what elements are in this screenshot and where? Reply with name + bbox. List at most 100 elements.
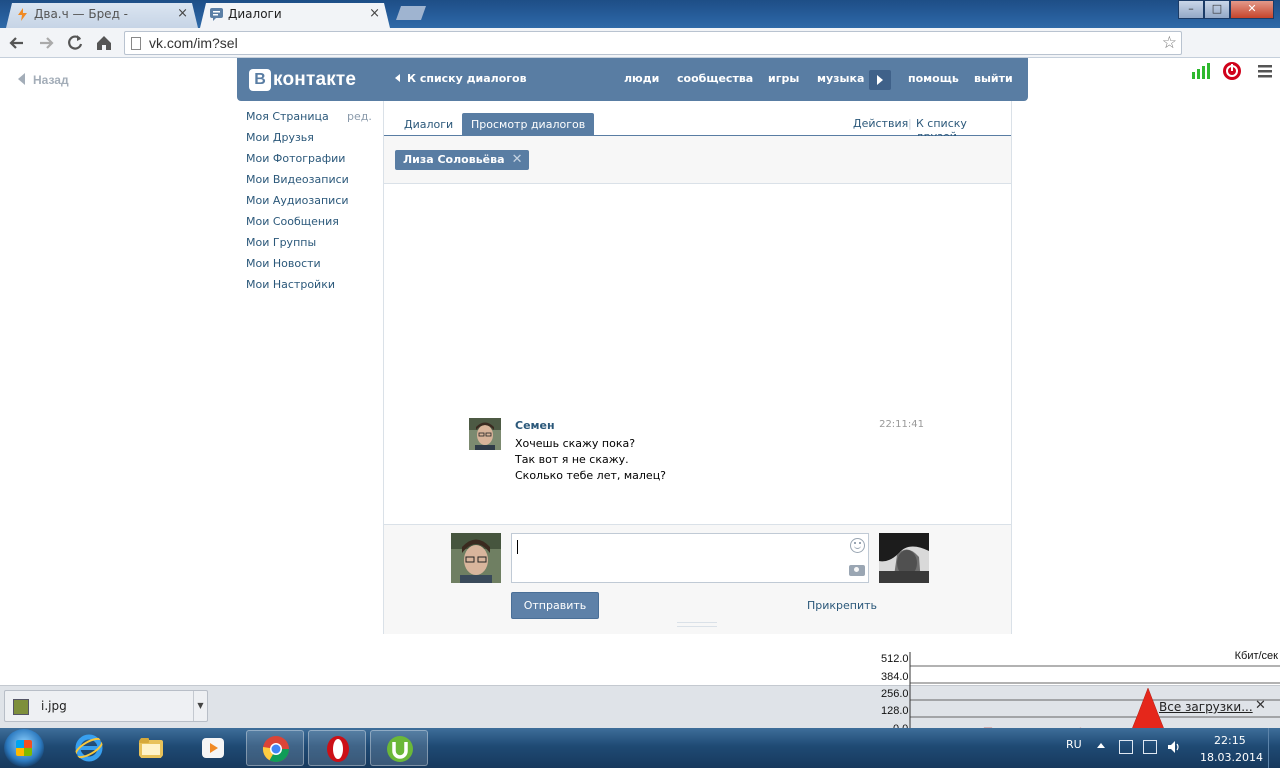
close-icon[interactable]: ✕ [1255,698,1266,713]
show-desktop-button[interactable] [1268,728,1280,768]
tab-2ch[interactable]: Два.ч — Бред - × [6,3,198,28]
dialogs-tabs: Диалоги Просмотр диалогов Действия | К с… [384,113,1011,143]
nav-communities[interactable]: сообщества [677,72,753,85]
taskbar-app[interactable] [370,730,428,766]
graph-scale-label: 512.0 [881,653,909,665]
minimize-button[interactable]: – [1178,0,1204,19]
avatar[interactable] [451,533,501,583]
message-author[interactable]: Семен [515,419,555,432]
taskbar-app[interactable] [184,730,242,766]
music-play-button[interactable] [869,70,891,90]
device-icon[interactable] [1119,740,1133,754]
signal-bars-icon[interactable] [1190,61,1210,81]
edit-menu-link[interactable]: ред. [347,110,372,123]
nav-people[interactable]: люди [624,72,659,85]
ie-icon [75,734,103,762]
taskbar-app[interactable] [308,730,366,766]
vk-header: В контакте К списку диалогов люди сообще… [237,58,1028,101]
chrome-icon [262,736,290,763]
maximize-button[interactable]: □ [1204,0,1230,19]
send-button[interactable]: Отправить [511,592,599,619]
language-indicator[interactable]: RU [1066,738,1082,751]
logo-text: контакте [273,68,357,90]
message-line: Сколько тебе лет, малец? [515,469,667,482]
menu-groups[interactable]: Мои Группы [246,236,376,257]
chevron-down-icon[interactable]: ▼ [193,691,207,721]
tab-dialogs[interactable]: Диалоги × [200,3,390,28]
taskbar-app[interactable] [60,730,118,766]
left-arrow-icon [395,74,400,82]
back-arrow-icon [18,73,25,85]
volume-icon[interactable] [1167,740,1181,754]
page-icon [131,37,141,50]
nav-help[interactable]: помощь [908,72,959,85]
message-time: 22:11:41 [879,419,924,430]
compose-area: Отправить Прикрепить [384,524,1011,634]
taskbar [0,728,1280,768]
back-to-dialogs-label: К списку диалогов [407,72,527,85]
actions-link[interactable]: Действия [853,117,908,130]
peer-tag[interactable]: Лиза Соловьёва ✕ [395,150,529,170]
nav-games[interactable]: игры [768,72,799,85]
tray-expand-icon[interactable] [1097,743,1105,748]
avatar[interactable] [469,418,501,450]
back-to-dialogs-link[interactable]: К списку диалогов [395,72,527,85]
attach-link[interactable]: Прикрепить [807,599,877,612]
actions-separator: | [908,117,912,130]
taskbar-app[interactable] [246,730,304,766]
tab-dialogs-list[interactable]: Диалоги [395,113,462,136]
start-button[interactable] [4,729,44,767]
new-tab-button[interactable] [396,6,426,20]
message-line: Так вот я не скажу. [515,453,629,466]
graph-scale-label: 128.0 [881,705,909,717]
all-downloads-link[interactable]: Все загрузки... [1159,700,1253,714]
close-window-button[interactable]: ✕ [1230,0,1274,19]
lightning-icon [16,8,29,21]
resize-handle[interactable] [677,622,717,627]
download-filename: i.jpg [41,699,67,713]
menu-messages[interactable]: Мои Сообщения [246,215,376,236]
tab-view-dialogs[interactable]: Просмотр диалогов [462,113,595,136]
close-icon[interactable]: × [177,3,188,25]
tab-title: Два.ч — Бред - [34,7,129,21]
folder-icon [139,738,163,758]
forward-arrow-icon[interactable] [35,32,57,54]
logo-box: В [249,68,271,91]
avatar[interactable] [879,533,929,583]
clock-date[interactable]: 18.03.2014 [1200,751,1263,764]
address-bar[interactable]: vk.com/im?sel ☆ [124,31,1182,55]
taskbar-app[interactable] [122,730,180,766]
url-text[interactable]: vk.com/im?sel [149,32,238,54]
close-icon[interactable]: × [369,3,380,25]
close-icon[interactable]: ✕ [512,150,523,170]
adblock-icon[interactable] [1222,61,1242,81]
back-arrow-icon[interactable] [6,32,28,54]
back-link[interactable]: Назад [18,73,69,87]
clock-time[interactable]: 22:15 [1214,734,1246,747]
download-item[interactable]: i.jpg ▼ [4,690,208,722]
nav-logout[interactable]: выйти [974,72,1013,85]
image-file-icon [13,699,29,715]
menu-videos[interactable]: Мои Видеозаписи [246,173,376,194]
menu-news[interactable]: Мои Новости [246,257,376,278]
menu-icon[interactable] [1255,61,1275,81]
menu-photos[interactable]: Мои Фотографии [246,152,376,173]
nav-music[interactable]: музыка [817,72,864,85]
network-icon[interactable] [1143,740,1157,754]
camera-icon[interactable] [849,565,865,576]
bookmark-star-icon[interactable]: ☆ [1162,33,1177,53]
browser-titlebar: Два.ч — Бред - × Диалоги × – □ ✕ [0,0,1280,28]
menu-friends[interactable]: Мои Друзья [246,131,376,152]
message-input[interactable] [511,533,869,583]
vk-logo[interactable]: В контакте [249,68,356,91]
home-icon[interactable] [93,32,115,54]
menu-audio[interactable]: Мои Аудиозаписи [246,194,376,215]
tab-title: Диалоги [228,7,282,21]
graph-scale-label: 384.0 [881,671,909,683]
smile-icon[interactable] [850,538,865,553]
play-icon [877,75,883,85]
reload-icon[interactable] [64,32,86,54]
peer-tag-label: Лиза Соловьёва [403,153,505,166]
left-menu: Моя Страница Мои Друзья Мои Фотографии М… [246,110,376,299]
menu-settings[interactable]: Мои Настройки [246,278,376,299]
